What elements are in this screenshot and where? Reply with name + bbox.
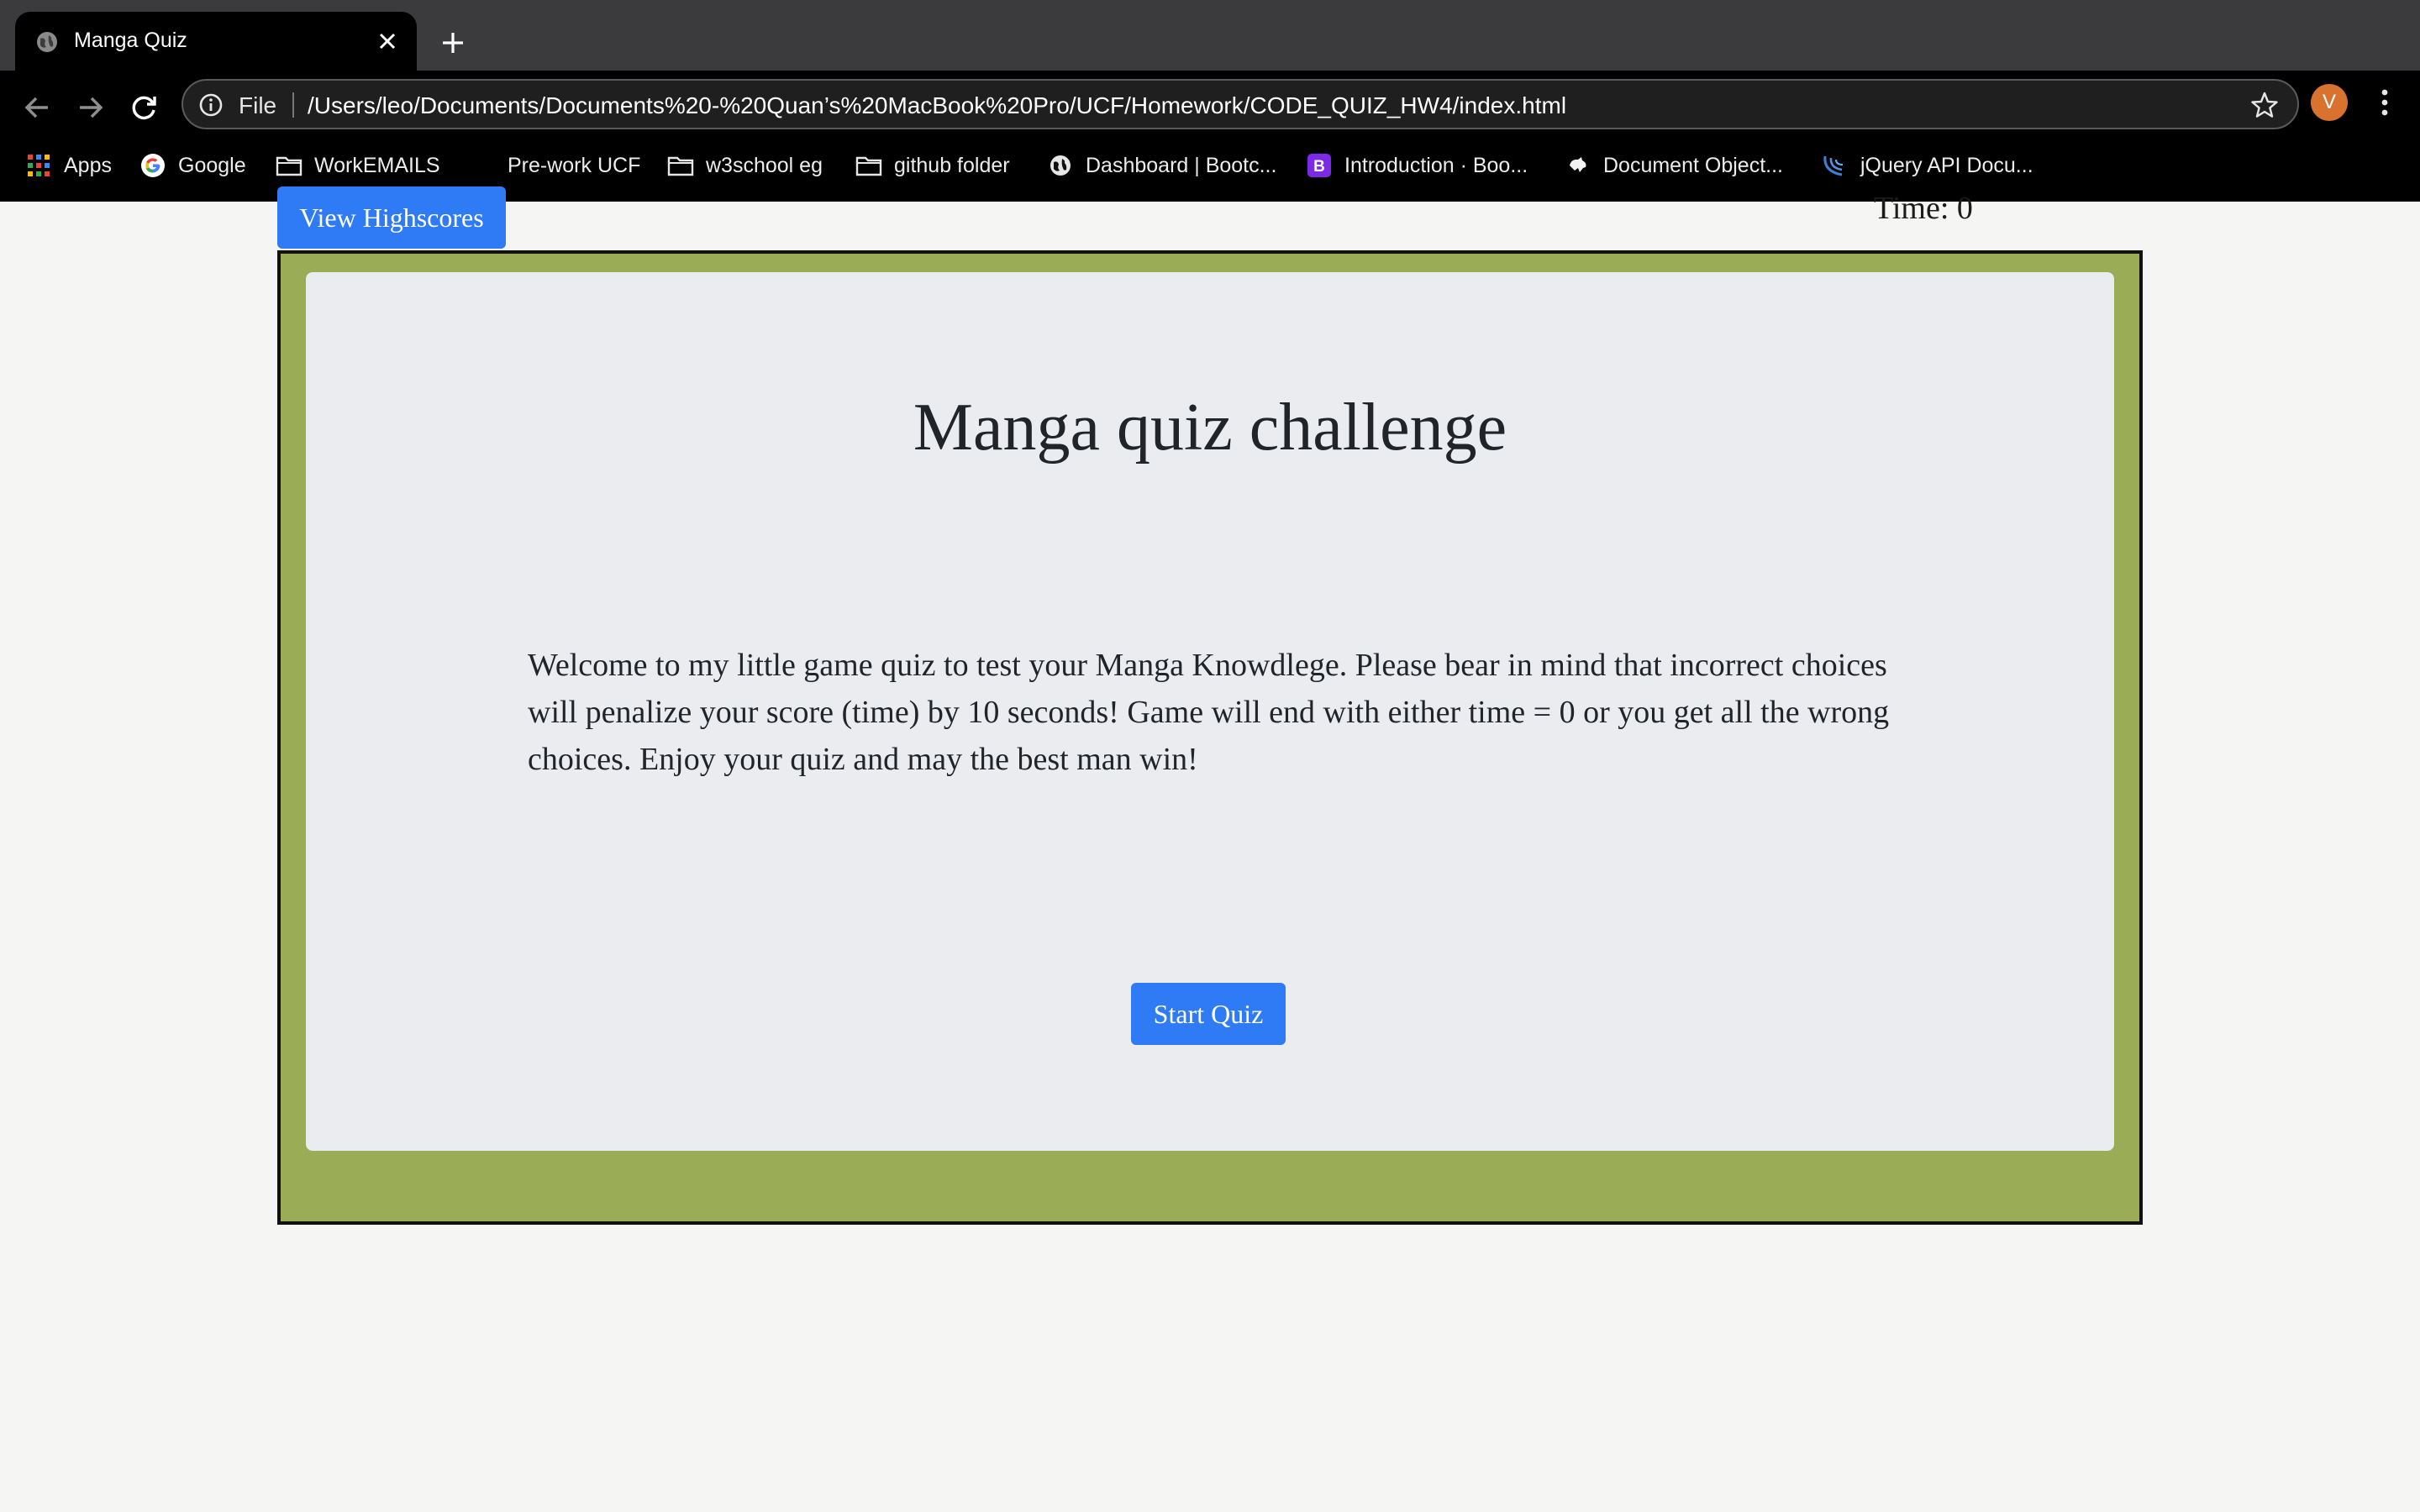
- star-icon[interactable]: [2250, 91, 2279, 119]
- url-text[interactable]: /Users/leo/Documents/Documents%20-%20Qua…: [308, 92, 1566, 119]
- view-highscores-button[interactable]: View Highscores: [277, 186, 506, 249]
- tab-title: Manga Quiz: [74, 29, 187, 52]
- address-bar[interactable]: File /Users/leo/Documents/Documents%20-%…: [182, 79, 2299, 129]
- bookmark-label: jQuery API Docu...: [1860, 153, 2033, 177]
- page-title: Manga quiz challenge: [913, 391, 1507, 465]
- bookmark-document-object[interactable]: Document Object...: [1565, 143, 1783, 188]
- folder-icon: [276, 152, 302, 179]
- reload-button[interactable]: [121, 84, 168, 131]
- bookmark-label: w3school eg: [706, 153, 823, 177]
- tab-manga-quiz[interactable]: Manga Quiz: [15, 12, 417, 71]
- back-button[interactable]: [13, 84, 60, 131]
- tab-strip: Manga Quiz: [0, 0, 2420, 71]
- arrow-right-icon: [80, 97, 103, 118]
- close-icon[interactable]: [368, 22, 407, 60]
- bookmark-label: Pre-work UCF: [508, 153, 641, 177]
- timer-display: Time: 0: [1874, 191, 1973, 226]
- svg-text:B: B: [1313, 158, 1325, 176]
- bookmark-label: Introduction · Boo...: [1344, 153, 1528, 177]
- jquery-icon: [1822, 152, 1849, 179]
- bookmark-dashboard-bootcamp[interactable]: Dashboard | Bootc...: [1047, 143, 1276, 188]
- bookmark-prework-ucf[interactable]: Pre-work UCF: [508, 143, 640, 188]
- forward-button[interactable]: [67, 84, 114, 131]
- bookmark-apps[interactable]: Apps: [25, 143, 112, 188]
- browser-menu-button[interactable]: [2366, 82, 2403, 123]
- bookmark-workemails[interactable]: WorkEMAILS: [276, 143, 440, 188]
- start-quiz-button[interactable]: Start Quiz: [1131, 983, 1286, 1045]
- bookmark-label: Dashboard | Bootc...: [1086, 153, 1277, 177]
- folder-icon: [855, 152, 882, 179]
- globe-icon: [35, 30, 59, 54]
- quiz-card: Manga quiz challenge Welcome to my littl…: [306, 272, 2114, 1151]
- bookmark-jquery-api[interactable]: jQuery API Docu...: [1822, 143, 2033, 188]
- folder-icon: [667, 152, 694, 179]
- mdn-icon: [1565, 152, 1591, 179]
- bookmark-label: github folder: [894, 153, 1010, 177]
- bookmark-label: WorkEMAILS: [314, 153, 440, 177]
- browser-toolbar: File /Users/leo/Documents/Documents%20-%…: [0, 71, 2420, 202]
- google-icon: [139, 152, 166, 179]
- quiz-description: Welcome to my little game quiz to test y…: [528, 648, 1890, 777]
- address-separator: [292, 92, 294, 118]
- bookmark-label: Google: [178, 153, 246, 177]
- info-icon[interactable]: [198, 92, 224, 118]
- scheme-label: File: [239, 92, 277, 118]
- kebab-menu-icon: [2381, 89, 2388, 116]
- globe-icon: [1047, 152, 1074, 179]
- bookmark-github-folder[interactable]: github folder: [855, 143, 1010, 188]
- quiz-frame: Manga quiz challenge Welcome to my littl…: [277, 250, 2143, 1225]
- arrow-left-icon: [24, 97, 48, 118]
- profile-avatar[interactable]: V: [2311, 84, 2348, 121]
- bootstrap-icon: B: [1306, 152, 1333, 179]
- bookmark-w3school[interactable]: w3school eg: [667, 143, 823, 188]
- bookmark-google[interactable]: Google: [139, 143, 246, 188]
- bookmarks-bar: Apps Google WorkEMAILS Pre-work UCF w3sc…: [0, 143, 2420, 188]
- bookmark-label: Apps: [64, 153, 112, 177]
- plus-icon: [443, 33, 463, 53]
- new-tab-button[interactable]: [432, 22, 474, 64]
- reload-icon: [132, 96, 156, 120]
- bookmark-label: Document Object...: [1603, 153, 1783, 177]
- bookmark-introduction-bootstrap[interactable]: B Introduction · Boo...: [1306, 143, 1528, 188]
- apps-grid-icon: [25, 152, 52, 179]
